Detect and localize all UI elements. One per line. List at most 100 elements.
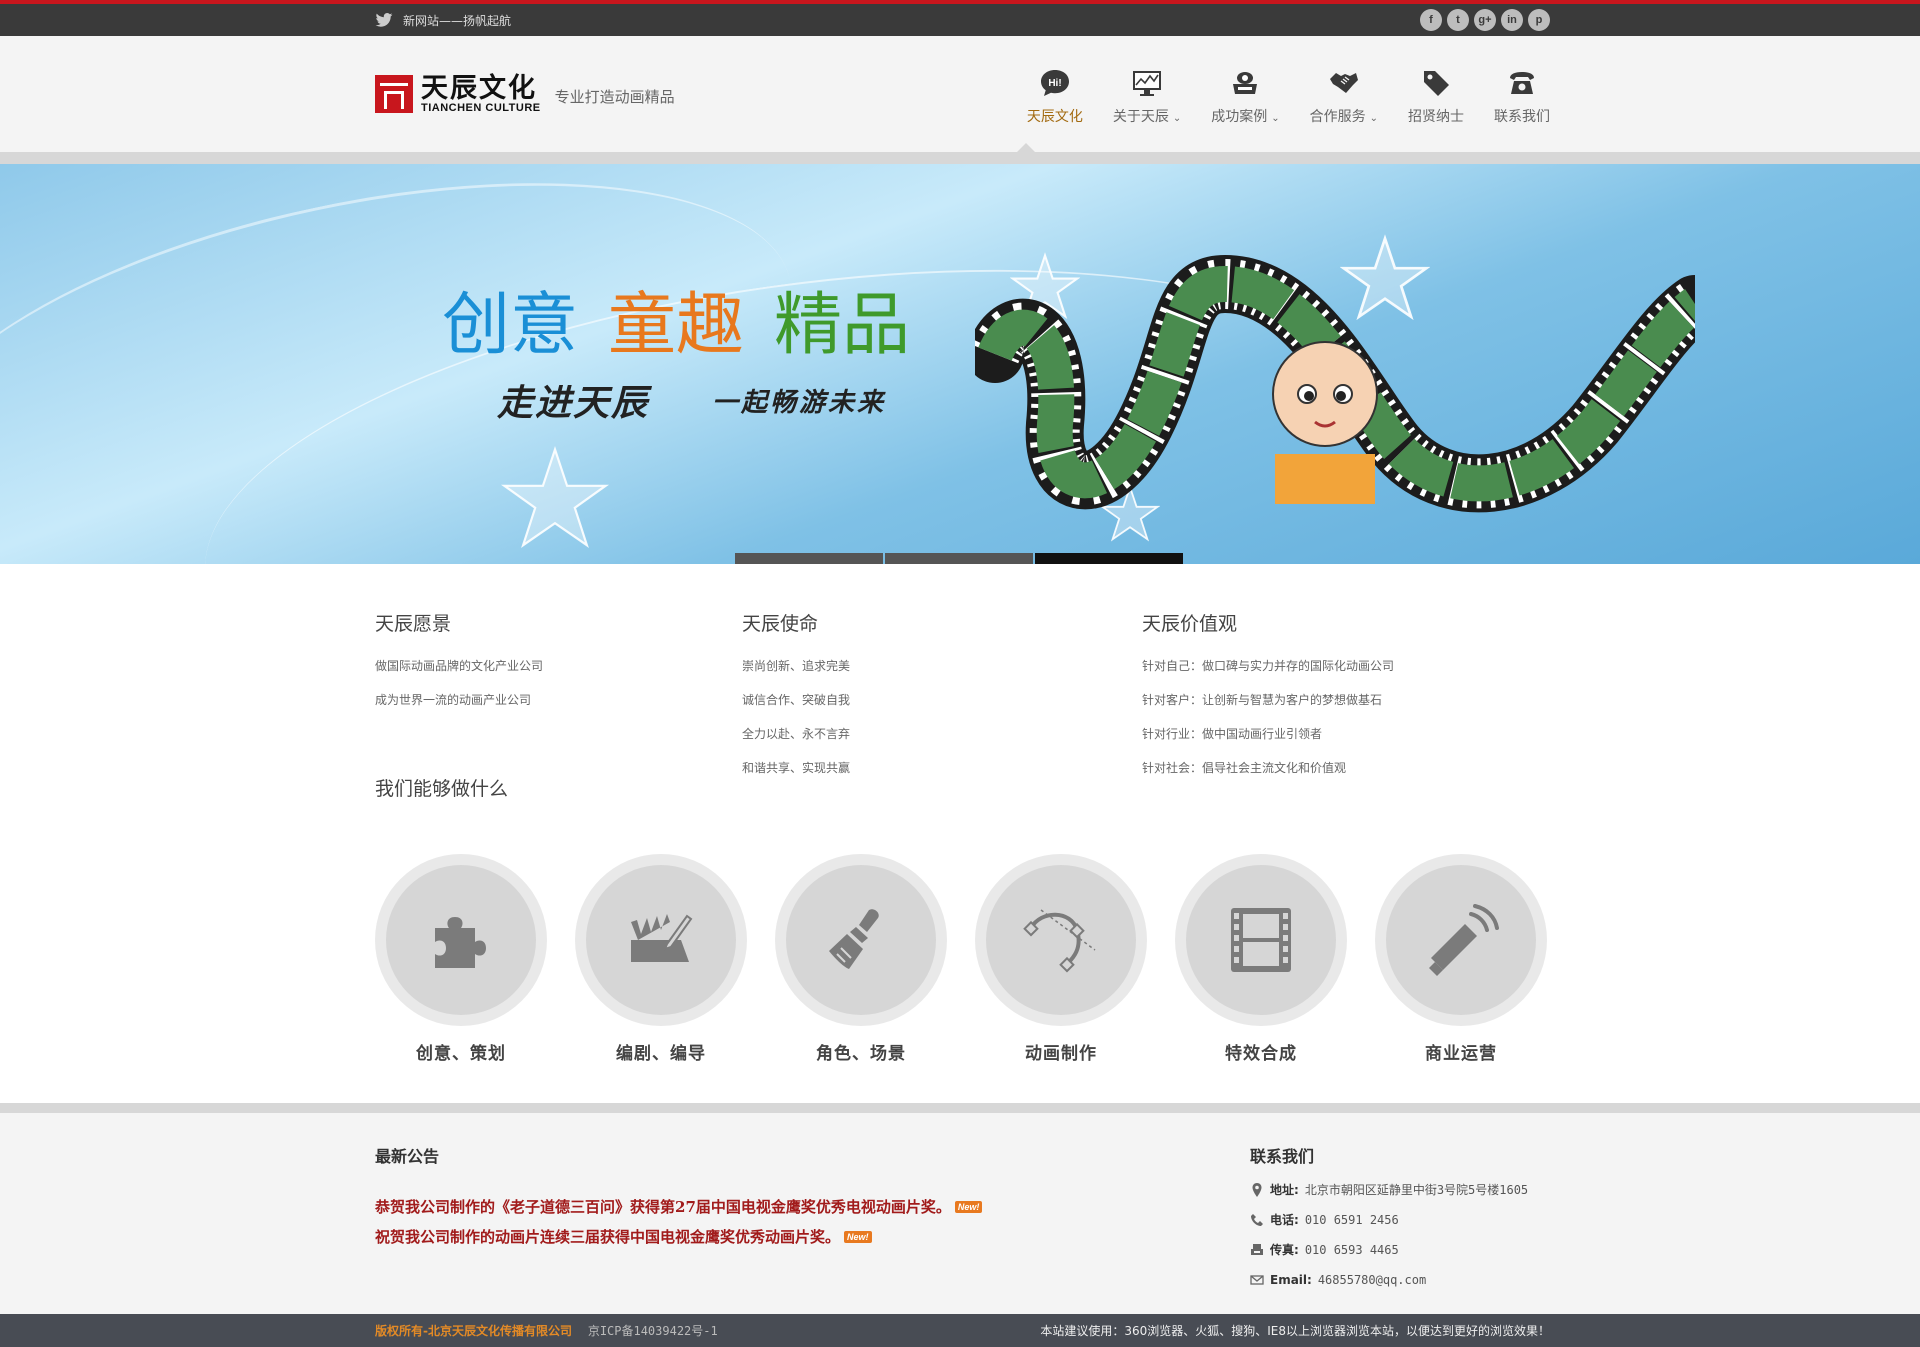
footer-info: 最新公告 恭贺我公司制作的《老子道德三百问》获得第27届中国电视金鹰奖优秀电视动… — [0, 1103, 1920, 1314]
vision-title: 天辰愿景 — [375, 613, 452, 635]
nav-item-about[interactable]: 关于天辰 ⌄ — [1113, 68, 1181, 126]
copyright: 版权所有-北京天辰文化传播有限公司 — [375, 1324, 572, 1338]
service-creative-planning[interactable]: 创意、策划 — [375, 854, 547, 1064]
nav-label: 关于天辰 — [1112, 109, 1169, 125]
site-logo[interactable]: 天辰文化 TIANCHEN CULTURE 专业打造动画精品 — [375, 74, 675, 114]
monitor-chart-icon — [1132, 68, 1162, 98]
film-strip-icon — [1231, 908, 1291, 972]
envelope-icon — [1250, 1275, 1264, 1285]
contact-panel: 联系我们 地址: 北京市朝阳区延静里中街3号院5号楼1605 电话: 010 659… — [1250, 1143, 1550, 1295]
company-values: 天辰愿景 做国际动画品牌的文化产业公司 成为世界一流的动画产业公司 天辰使命 崇… — [0, 564, 1920, 775]
nav-item-cases[interactable]: 成功案例 ⌄ — [1211, 68, 1280, 126]
list-item: 针对行业：做中国动画行业引领者 — [1142, 727, 1323, 741]
headline-word-creative: 创意 — [442, 286, 579, 365]
contact-title: 联系我们 — [1250, 1147, 1315, 1166]
vision-column: 天辰愿景 做国际动画品牌的文化产业公司 成为世界一流的动画产业公司 — [375, 609, 742, 774]
bottom-bar: 版权所有-北京天辰文化传播有限公司 京ICP备14039422号-1 本站建议使… — [0, 1314, 1920, 1347]
logo-name-cn: 天辰文化 — [421, 73, 537, 103]
list-item: 成为世界一流的动画产业公司 — [375, 693, 532, 707]
services-title: 我们能够做什么 — [375, 778, 509, 800]
new-badge: New! — [954, 1201, 983, 1213]
service-vfx[interactable]: 特效合成 — [1175, 854, 1347, 1064]
main-nav: Hi! 天辰文化 关于天辰 ⌄ 成功案例 ⌄ 合作服务 ⌄ 招贤纳士 联系我们 — [1027, 68, 1550, 126]
service-label: 编剧、编导 — [616, 1044, 706, 1064]
active-nav-pointer — [1017, 143, 1035, 152]
logo-mark-icon — [375, 75, 413, 113]
chevron-down-icon: ⌄ — [1369, 113, 1378, 124]
contact-email: Email: 46855780@qq.com — [1250, 1265, 1550, 1295]
linkedin-icon[interactable]: in — [1501, 9, 1523, 31]
service-label: 创意、策划 — [416, 1044, 506, 1064]
header-divider — [0, 143, 1920, 164]
slide-dot-1[interactable] — [735, 553, 883, 564]
banner-headline: 创意 童趣 精品 — [442, 269, 910, 368]
list-item: 崇尚创新、追求完美 — [742, 659, 851, 673]
icp-number[interactable]: 京ICP备14039422号-1 — [588, 1324, 718, 1338]
hero-banner: 创意 童趣 精品 走进天辰 一起畅游未来 — [0, 164, 1920, 564]
social-links: f t g+ in p — [1420, 9, 1550, 31]
service-label: 商业运营 — [1425, 1044, 1497, 1064]
banner-subline-1: 走进天辰 — [497, 382, 650, 424]
pinterest-icon[interactable]: p — [1528, 9, 1550, 31]
logo-name-en: TIANCHEN CULTURE — [421, 102, 541, 114]
service-label: 角色、场景 — [816, 1044, 906, 1064]
speech-bubble-hi-icon: Hi! — [1040, 68, 1070, 98]
nav-label: 天辰文化 — [1026, 109, 1083, 125]
headline-word-quality: 精品 — [774, 286, 911, 365]
slide-dot-2[interactable] — [885, 553, 1033, 564]
telephone-icon — [1507, 68, 1537, 98]
star-decoration-icon — [500, 446, 610, 548]
paintbrush-icon — [829, 909, 879, 969]
list-item: 全力以赴、永不言弃 — [742, 727, 851, 741]
list-item: 针对自己：做口碑与实力并存的国际化动画公司 — [1142, 659, 1395, 673]
nav-label: 招贤纳士 — [1408, 109, 1464, 125]
new-badge: New! — [844, 1231, 872, 1243]
headline-word-fun: 童趣 — [608, 286, 745, 365]
google-plus-icon[interactable]: g+ — [1474, 9, 1496, 31]
twitter-bird-icon — [375, 13, 393, 27]
handshake-icon — [1329, 68, 1359, 98]
megaphone-icon — [1429, 904, 1499, 976]
notice-item[interactable]: 祝贺我公司制作的动画片连续三届获得中国电视金鹰奖优秀动画片奖。 New! — [375, 1222, 982, 1252]
banner-subline-2: 一起畅游未来 — [712, 388, 887, 418]
service-animation[interactable]: 动画制作 — [975, 854, 1147, 1064]
slide-dot-3[interactable] — [1035, 553, 1183, 564]
service-character-scene[interactable]: 角色、场景 — [775, 854, 947, 1064]
chevron-down-icon: ⌄ — [1271, 113, 1280, 124]
list-item: 诚信合作、突破自我 — [742, 693, 851, 707]
nav-item-jobs[interactable]: 招贤纳士 — [1408, 68, 1464, 126]
values-column: 天辰价值观 针对自己：做口碑与实力并存的国际化动画公司 针对客户：让创新与智慧为… — [1142, 609, 1395, 775]
list-item: 针对客户：让创新与智慧为客户的梦想做基石 — [1142, 693, 1383, 707]
services-section: 我们能够做什么 创意、策划 编剧、编导 角色、场景 动画制作 特效合成 商业运营 — [0, 774, 1920, 1064]
browser-tip: 本站建议使用：360浏览器、火狐、搜狗、IE8以上浏览器浏览本站，以便达到更好的… — [1040, 1324, 1550, 1338]
service-label: 特效合成 — [1225, 1044, 1297, 1064]
facebook-icon[interactable]: f — [1420, 9, 1442, 31]
fax-icon — [1251, 1244, 1263, 1255]
cloud-tray-icon — [1230, 68, 1260, 98]
mission-column: 天辰使命 崇尚创新、追求完美 诚信合作、突破自我 全力以赴、永不言弃 和谐共享、… — [742, 609, 1142, 775]
contact-address: 地址: 北京市朝阳区延静里中街3号院5号楼1605 — [1250, 1175, 1550, 1205]
site-header: 天辰文化 TIANCHEN CULTURE 专业打造动画精品 Hi! 天辰文化 … — [0, 36, 1920, 152]
service-business[interactable]: 商业运营 — [1375, 854, 1547, 1064]
nav-label: 合作服务 — [1309, 109, 1366, 125]
values-title: 天辰价值观 — [1142, 613, 1238, 635]
contact-phone: 电话: 010 6591 2456 — [1250, 1205, 1550, 1235]
contact-fax: 传真: 010 6593 4465 — [1250, 1235, 1550, 1265]
site-tagline: 新网站——扬帆起航 — [403, 13, 512, 28]
nav-item-contact[interactable]: 联系我们 — [1494, 68, 1550, 126]
svg-text:Hi!: Hi! — [1048, 78, 1061, 89]
nav-item-services[interactable]: 合作服务 ⌄ — [1310, 68, 1378, 126]
nav-item-home[interactable]: Hi! 天辰文化 — [1027, 68, 1083, 126]
bezier-curve-icon — [1023, 909, 1096, 973]
map-pin-icon — [1252, 1183, 1262, 1197]
chevron-down-icon: ⌄ — [1172, 113, 1182, 124]
notices-panel: 最新公告 恭贺我公司制作的《老子道德三百问》获得第27届中国电视金鹰奖优秀电视动… — [375, 1143, 983, 1295]
mission-title: 天辰使命 — [742, 613, 819, 635]
nav-label: 联系我们 — [1494, 109, 1550, 125]
puzzle-icon — [435, 917, 486, 968]
top-bar: 新网站——扬帆起航 f t g+ in p — [0, 0, 1920, 36]
notice-item[interactable]: 恭贺我公司制作的《老子道德三百问》获得第27届中国电视金鹰奖优秀电视动画片奖。 … — [375, 1192, 983, 1222]
service-screenwriting[interactable]: 编剧、编导 — [575, 854, 747, 1064]
notices-title: 最新公告 — [375, 1147, 440, 1166]
twitter-icon[interactable]: t — [1447, 9, 1469, 31]
